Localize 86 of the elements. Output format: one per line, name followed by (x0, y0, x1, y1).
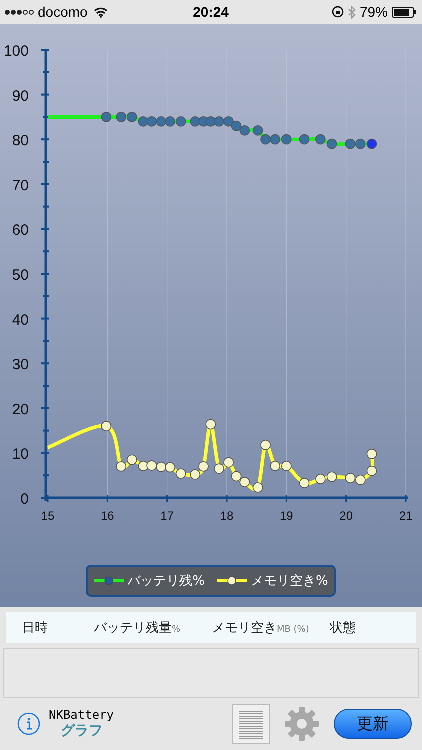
column-header: メモリ空き MB (%) (212, 620, 310, 636)
x-tick-label: 15 (41, 509, 55, 523)
info-icon[interactable] (17, 712, 41, 736)
data-point (260, 134, 271, 145)
x-tick-label: 21 (399, 509, 413, 523)
x-tick-label: 17 (160, 509, 174, 523)
battery-percent: 79% (360, 4, 388, 20)
data-point (299, 134, 310, 145)
rotation-lock-icon (332, 6, 344, 18)
data-point (146, 116, 158, 127)
data-point (214, 116, 224, 127)
data-point (345, 138, 356, 150)
battery-icon (392, 6, 417, 18)
update-button[interactable]: 更新 (334, 709, 412, 739)
y-tick-label: 30 (12, 356, 29, 374)
data-point (190, 470, 201, 480)
data-point (146, 460, 158, 471)
data-point (198, 461, 209, 472)
data-point (366, 466, 378, 476)
y-tick-label: 90 (12, 88, 29, 105)
legend-label: メモリ空き% (251, 573, 328, 590)
data-point (281, 461, 292, 472)
data-point (252, 125, 264, 136)
data-point (355, 474, 366, 486)
data-point (299, 478, 310, 488)
column-header: 日時 (22, 620, 49, 636)
signal-icon (5, 10, 34, 14)
data-point (252, 482, 264, 493)
bluetooth-icon (348, 6, 356, 18)
y-tick-label: 20 (12, 401, 29, 418)
data-point (270, 461, 281, 472)
data-point (156, 462, 167, 472)
data-point (101, 112, 112, 122)
settings-icon[interactable] (284, 706, 320, 742)
list-icon[interactable] (232, 704, 270, 744)
y-tick-label: 40 (12, 312, 29, 329)
column-header: バッテリ残量% (94, 620, 182, 636)
data-point (126, 454, 138, 466)
app-name: NKBattery (49, 708, 114, 722)
data-point (101, 421, 112, 432)
data-point (231, 120, 242, 132)
data-point (240, 125, 250, 136)
data-point (165, 116, 176, 127)
data-point (206, 419, 216, 430)
x-tick-label: 18 (220, 509, 234, 523)
data-point (214, 464, 224, 474)
data-point (231, 471, 242, 482)
column-header: 状態 (330, 620, 356, 636)
data-point (240, 477, 250, 488)
data-point (281, 134, 292, 145)
y-tick-label: 0 (20, 491, 29, 508)
data-point (315, 134, 326, 145)
data-point (355, 138, 366, 150)
data-point (116, 461, 127, 472)
data-point (326, 138, 338, 150)
data-point (345, 473, 356, 484)
data-point (156, 116, 167, 127)
data-point (260, 440, 271, 450)
data-point (315, 474, 326, 484)
x-tick-label: 20 (340, 509, 354, 523)
x-tick-label: 16 (100, 509, 114, 523)
y-tick-label: 60 (12, 222, 29, 240)
legend-label: バッテリ残% (128, 573, 205, 590)
data-point (126, 112, 138, 122)
data-point (224, 457, 234, 468)
legend-line-icon (94, 576, 124, 586)
data-point (366, 448, 378, 460)
y-tick-label: 10 (12, 446, 29, 464)
data-point (224, 116, 234, 127)
data-point (366, 138, 378, 150)
clock-time: 20:24 (193, 4, 229, 20)
data-point (176, 116, 186, 127)
data-point (165, 462, 176, 473)
data-point (176, 468, 186, 479)
legend-line-icon (217, 576, 247, 586)
y-tick-label: 80 (12, 132, 29, 150)
data-point (326, 472, 338, 482)
mode-label: グラフ (61, 722, 104, 740)
carrier-name: docomo (38, 4, 88, 20)
y-tick-label: 100 (4, 43, 29, 60)
x-tick-label: 19 (280, 509, 294, 523)
y-tick-label: 70 (12, 177, 29, 194)
y-tick-label: 50 (12, 267, 29, 284)
data-point (116, 112, 127, 122)
data-point (270, 134, 281, 145)
wifi-icon (94, 6, 108, 18)
